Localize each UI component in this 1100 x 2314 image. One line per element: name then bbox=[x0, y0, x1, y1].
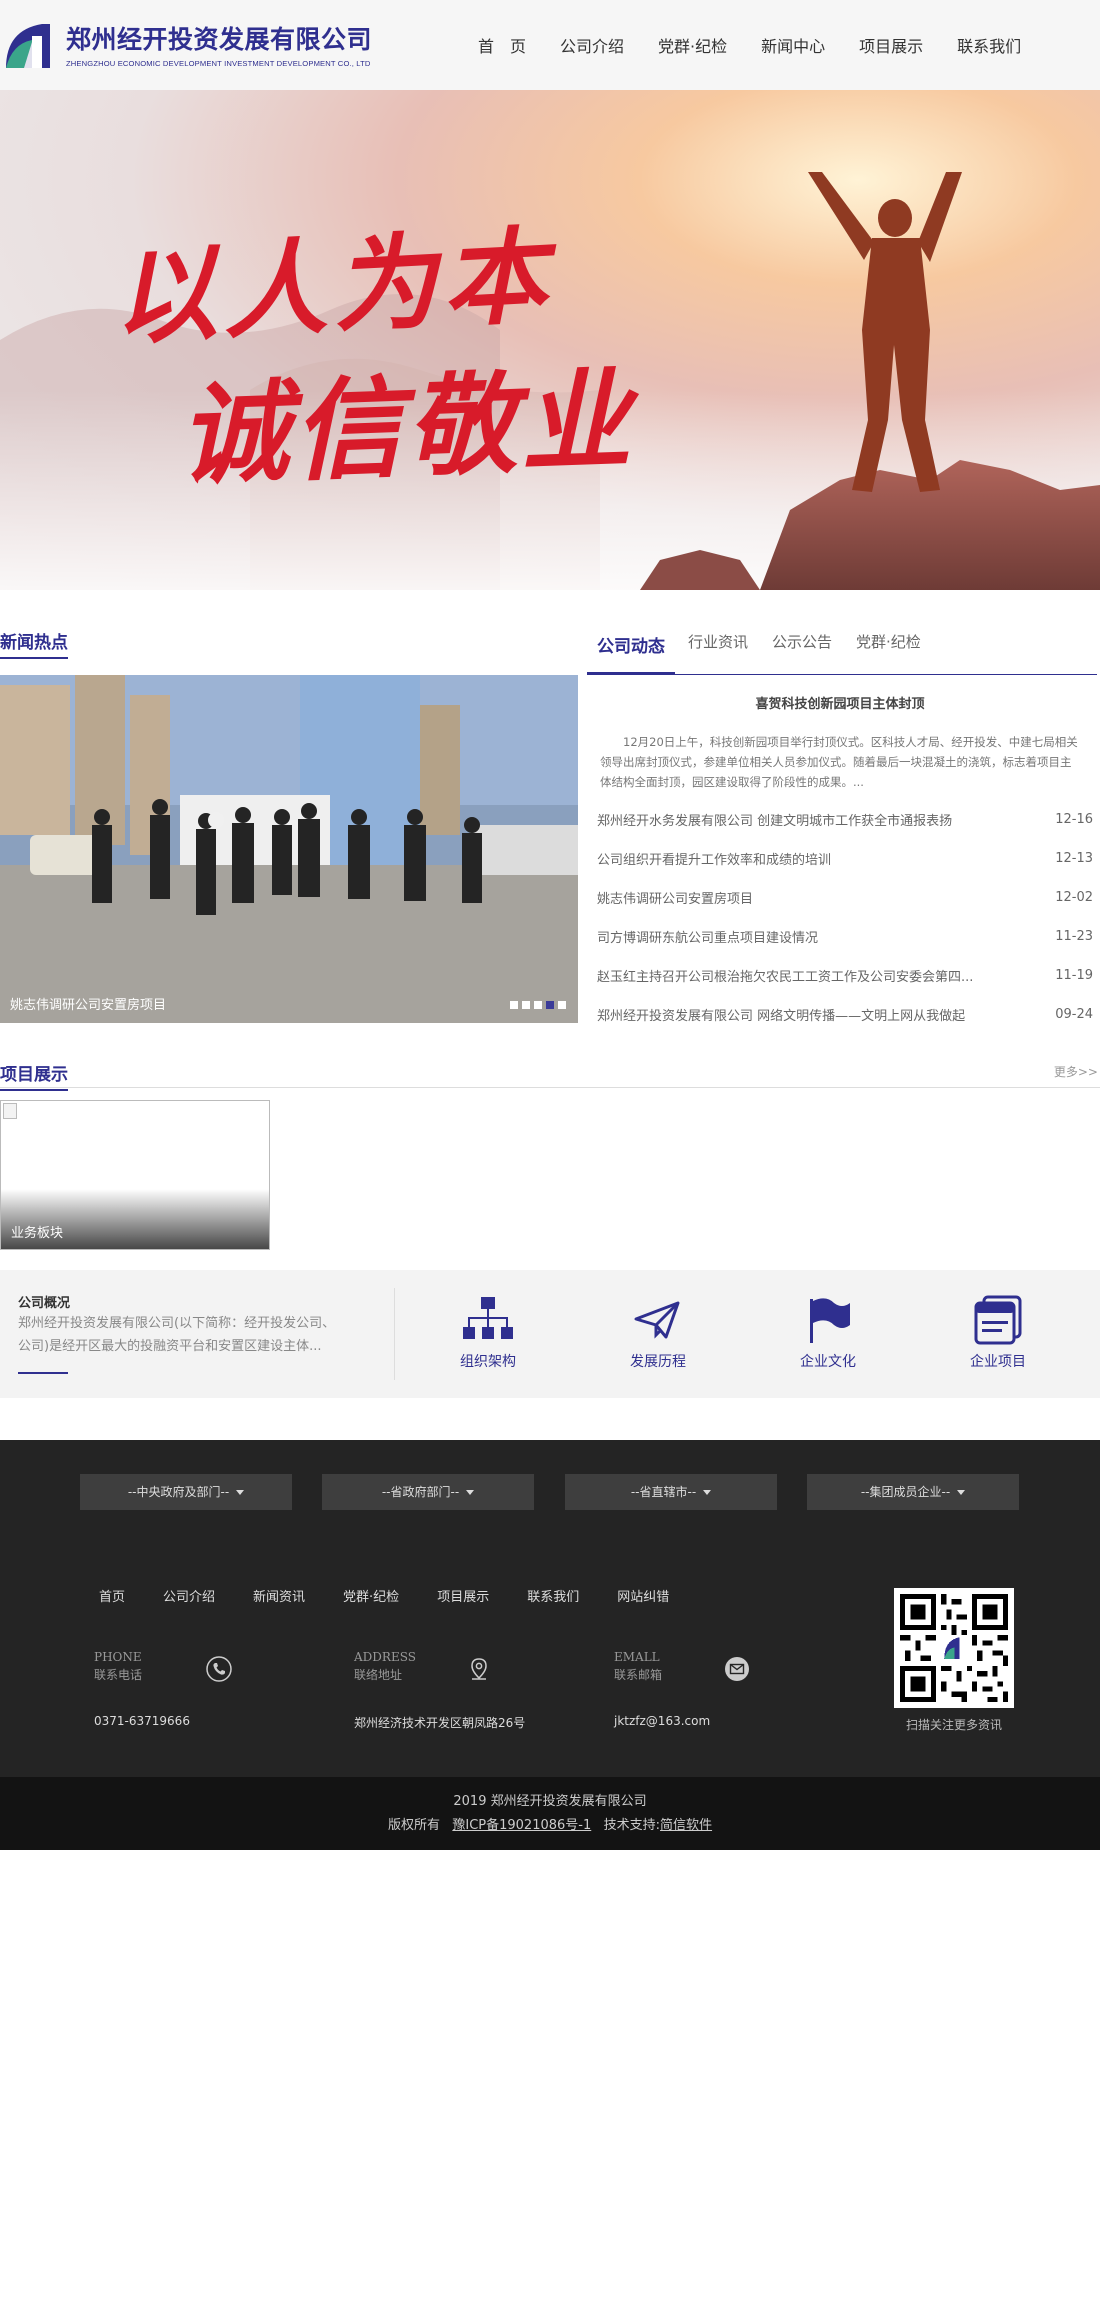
project-stack-icon bbox=[974, 1295, 1022, 1345]
news-photo-image bbox=[0, 675, 578, 1023]
tab-company-news[interactable]: 公司动态 bbox=[587, 632, 675, 674]
nav-party[interactable]: 党群·纪检 bbox=[658, 33, 727, 57]
news-list-item[interactable]: 公司组织开看提升工作效率和成绩的培训 12-13 bbox=[597, 839, 1093, 878]
footer-nav-projects[interactable]: 项目展示 bbox=[437, 1586, 489, 1605]
nav-about[interactable]: 公司介绍 bbox=[560, 33, 624, 57]
main-nav: 首 页 公司介绍 党群·纪检 新闻中心 项目展示 联系我们 bbox=[478, 0, 1021, 90]
icp-link[interactable]: 豫ICP备19021086号-1 bbox=[452, 1818, 591, 1833]
slider-dot[interactable] bbox=[534, 1001, 542, 1009]
news-tabs: 公司动态 行业资讯 公示公告 党群·纪检 bbox=[587, 620, 1097, 675]
footer-nav: 首页 公司介绍 新闻资讯 党群·纪检 项目展示 联系我们 网站纠错 bbox=[99, 1586, 707, 1605]
footer-nav-party[interactable]: 党群·纪检 bbox=[343, 1586, 399, 1605]
footer-nav-contact[interactable]: 联系我们 bbox=[527, 1586, 579, 1605]
project-card[interactable]: 业务板块 bbox=[0, 1100, 270, 1250]
site-header: 郑州经开投资发展有限公司 ZHENGZHOU ECONOMIC DEVELOPM… bbox=[0, 0, 1100, 90]
tab-party[interactable]: 党群·纪检 bbox=[856, 631, 921, 652]
company-logo[interactable]: 郑州经开投资发展有限公司 ZHENGZHOU ECONOMIC DEVELOPM… bbox=[0, 14, 372, 76]
contact-label-en: EMALL bbox=[614, 1650, 660, 1664]
featured-news-title[interactable]: 喜贺科技创新园项目主体封顶 bbox=[600, 693, 1080, 712]
location-pin-icon bbox=[471, 1658, 487, 1680]
slider-dots bbox=[510, 1001, 566, 1009]
tab-industry-news[interactable]: 行业资讯 bbox=[688, 631, 748, 652]
dropdown-group-members[interactable]: --集团成员企业-- bbox=[807, 1474, 1019, 1510]
news-list-item[interactable]: 姚志伟调研公司安置房项目 12-02 bbox=[597, 878, 1093, 917]
featured-news[interactable]: 喜贺科技创新园项目主体封顶 12月20日上午，科技创新园项目举行封顶仪式。区科技… bbox=[600, 685, 1080, 792]
copyright-line-2: 版权所有 豫ICP备19021086号-1 技术支持:简信软件 bbox=[0, 1814, 1100, 1833]
contact-address: ADDRESS 联络地址 郑州经济技术开发区朝凤路26号 bbox=[354, 1650, 525, 1730]
news-list: 郑州经开水务发展有限公司 创建文明城市工作获全市通报表扬 12-16 公司组织开看… bbox=[597, 800, 1093, 1034]
project-card-label: 业务板块 bbox=[11, 1226, 64, 1241]
overview-item-label: 发展历程 bbox=[630, 1354, 686, 1370]
overview-culture[interactable]: 企业文化 bbox=[778, 1295, 878, 1371]
news-list-item[interactable]: 赵玉红主持召开公司根治拖欠农民工工资工作及公司安委会第四... 11-19 bbox=[597, 956, 1093, 995]
contact-label-cn: 联系电话 bbox=[94, 1668, 143, 1682]
contact-email-value[interactable]: jktzfz@163.com bbox=[614, 1714, 710, 1728]
overview-enterprise-projects[interactable]: 企业项目 bbox=[948, 1295, 1048, 1371]
contact-label-cn: 联络地址 bbox=[354, 1668, 403, 1682]
slider-caption[interactable]: 姚志伟调研公司安置房项目 bbox=[10, 994, 166, 1013]
paper-plane-icon bbox=[634, 1301, 680, 1339]
nav-projects[interactable]: 项目展示 bbox=[859, 33, 923, 57]
more-link[interactable]: 更多>> bbox=[1054, 1063, 1098, 1080]
support-label: 技术支持: bbox=[603, 1818, 661, 1833]
support-link[interactable]: 简信软件 bbox=[660, 1818, 712, 1833]
dropdown-provincial-gov[interactable]: --省政府部门-- bbox=[322, 1474, 534, 1510]
contact-label-en: ADDRESS bbox=[354, 1650, 416, 1664]
nav-contact[interactable]: 联系我们 bbox=[957, 33, 1021, 57]
qr-caption: 扫描关注更多资讯 bbox=[905, 1718, 1002, 1732]
overview-org-structure[interactable]: 组织架构 bbox=[438, 1295, 538, 1371]
banner-slogan-2: 诚信敬业 bbox=[176, 355, 637, 500]
copyright-bar: 2019 郑州经开投资发展有限公司 版权所有 豫ICP备19021086号-1 … bbox=[0, 1777, 1100, 1850]
overview-text: 郑州经开投资发展有限公司(以下简称：经开投发公司、公司)是经开区最大的投融资平台… bbox=[18, 1316, 336, 1354]
flag-icon bbox=[810, 1298, 850, 1343]
news-section-title: 新闻热点 bbox=[0, 628, 68, 659]
contact-phone: PHONE 联系电话 0371-63719666 bbox=[94, 1650, 232, 1728]
footer-nav-report-error[interactable]: 网站纠错 bbox=[617, 1586, 669, 1605]
footer-nav-home[interactable]: 首页 bbox=[99, 1586, 125, 1605]
org-chart-icon bbox=[463, 1297, 513, 1339]
news-list-item[interactable]: 郑州经开水务发展有限公司 创建文明城市工作获全市通报表扬 12-16 bbox=[597, 800, 1093, 839]
logo-company-name: 郑州经开投资发展有限公司 bbox=[66, 25, 373, 54]
dropdown-central-gov[interactable]: --中央政府及部门-- bbox=[80, 1474, 292, 1510]
dropdown-province-cities[interactable]: --省直辖市-- bbox=[565, 1474, 777, 1510]
phone-icon bbox=[206, 1656, 232, 1682]
nav-home[interactable]: 首 页 bbox=[478, 33, 526, 57]
overview-item-label: 企业文化 bbox=[800, 1354, 856, 1370]
contact-email: EMALL 联系邮箱 jktzfz@163.com bbox=[614, 1650, 749, 1728]
contact-phone-value: 0371-63719666 bbox=[94, 1714, 190, 1728]
broken-image-icon bbox=[3, 1103, 17, 1119]
slider-dot[interactable] bbox=[558, 1001, 566, 1009]
overview-divider bbox=[394, 1288, 395, 1380]
hero-banner[interactable]: 以人为本 诚信敬业 bbox=[0, 90, 1100, 590]
news-slider[interactable]: 姚志伟调研公司安置房项目 bbox=[0, 675, 578, 1023]
logo-english-name: ZHENGZHOU ECONOMIC DEVELOPMENT INVESTMEN… bbox=[66, 59, 371, 68]
footer-nav-news[interactable]: 新闻资讯 bbox=[253, 1586, 305, 1605]
mail-icon bbox=[725, 1657, 749, 1681]
news-list-item[interactable]: 郑州经开投资发展有限公司 网络文明传播——文明上网从我做起 09-24 bbox=[597, 995, 1093, 1034]
overview-item-label: 企业项目 bbox=[970, 1354, 1026, 1370]
copyright-rights: 版权所有 bbox=[387, 1818, 440, 1833]
slider-dot[interactable] bbox=[510, 1001, 518, 1009]
projects-divider bbox=[0, 1087, 1100, 1088]
wechat-qr-code bbox=[894, 1588, 1014, 1708]
slider-dot[interactable] bbox=[522, 1001, 530, 1009]
logo-mark-icon bbox=[6, 24, 50, 68]
contact-label-en: PHONE bbox=[94, 1650, 142, 1664]
contact-address-value: 郑州经济技术开发区朝凤路26号 bbox=[354, 1716, 526, 1730]
tab-announcements[interactable]: 公示公告 bbox=[772, 631, 832, 652]
contact-label-cn: 联系邮箱 bbox=[614, 1668, 663, 1682]
qr-code-icon bbox=[900, 1594, 1008, 1702]
news-list-item[interactable]: 司方博调研东航公司重点项目建设情况 11-23 bbox=[597, 917, 1093, 956]
overview-item-label: 组织架构 bbox=[460, 1354, 516, 1370]
overview-accent-bar bbox=[18, 1372, 68, 1374]
copyright-line: 2019 郑州经开投资发展有限公司 bbox=[453, 1794, 647, 1809]
overview-title[interactable]: 公司概况 bbox=[18, 1292, 70, 1311]
overview-history[interactable]: 发展历程 bbox=[608, 1295, 708, 1371]
featured-news-summary: 12月20日上午，科技创新园项目举行封顶仪式。区科技人才局、经开投发、中建七局相… bbox=[600, 735, 1078, 789]
nav-news[interactable]: 新闻中心 bbox=[761, 33, 825, 57]
footer-nav-about[interactable]: 公司介绍 bbox=[163, 1586, 215, 1605]
slider-dot-active[interactable] bbox=[546, 1001, 554, 1009]
company-overview: 公司概况 郑州经开投资发展有限公司(以下简称：经开投发公司、公司)是经开区最大的… bbox=[0, 1270, 1100, 1398]
